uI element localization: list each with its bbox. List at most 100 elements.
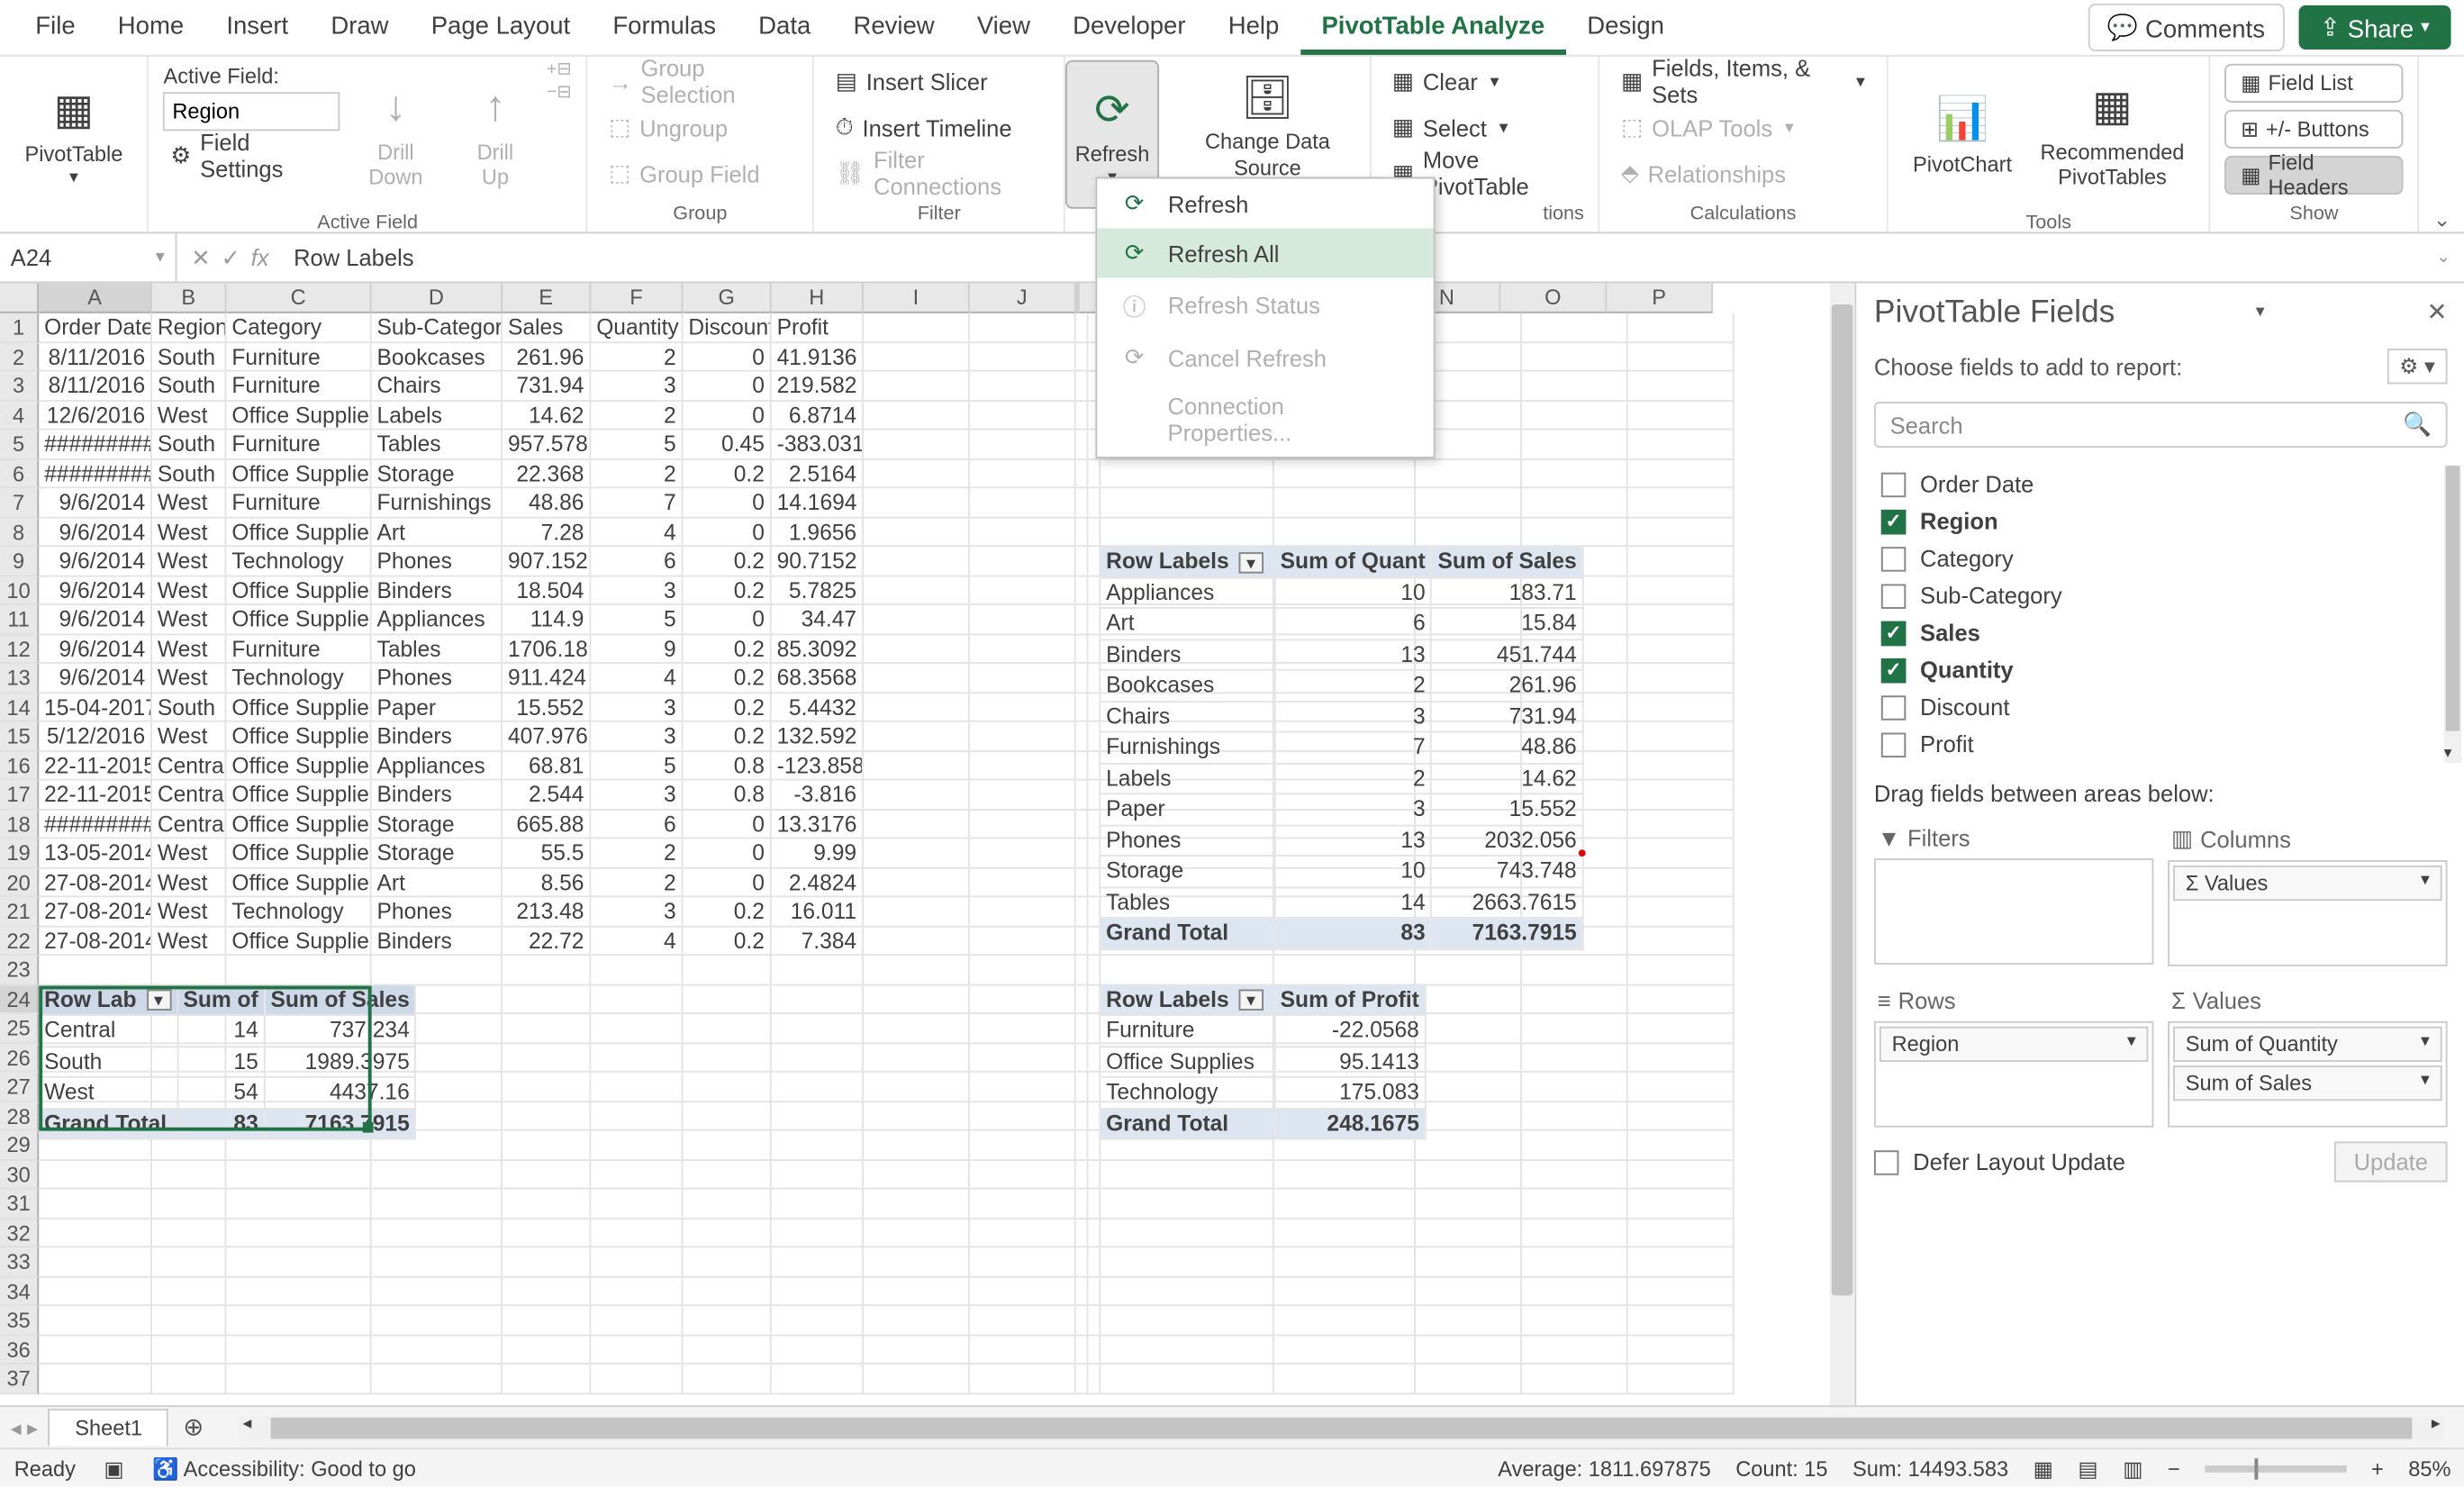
cell[interactable] <box>1101 1365 1274 1393</box>
cell[interactable] <box>1076 459 1089 488</box>
cell[interactable]: South <box>152 459 227 488</box>
cell[interactable] <box>503 1306 591 1335</box>
cell[interactable]: 3 <box>591 722 683 751</box>
cell[interactable] <box>372 1365 503 1393</box>
cell[interactable] <box>1274 1277 1416 1306</box>
cell[interactable] <box>1274 1160 1416 1189</box>
ungroup-button[interactable]: ⬚ Ungroup <box>602 106 798 149</box>
cell[interactable] <box>864 1131 970 1160</box>
cell[interactable] <box>970 372 1076 401</box>
cell[interactable] <box>227 1160 372 1189</box>
column-header[interactable]: C <box>227 283 372 313</box>
cell[interactable]: 14.1694 <box>772 488 864 517</box>
cell[interactable] <box>1076 781 1089 810</box>
cell[interactable]: -123.858 <box>772 751 864 780</box>
cell[interactable] <box>503 1102 591 1130</box>
cell[interactable] <box>772 1336 864 1365</box>
cell[interactable] <box>1628 1336 1735 1365</box>
cell[interactable] <box>1522 1247 1628 1276</box>
cell[interactable]: 41.9136 <box>772 342 864 371</box>
cell[interactable] <box>970 459 1076 488</box>
rows-region-item[interactable]: Region▾ <box>1880 1027 2149 1062</box>
cell[interactable] <box>772 985 864 1014</box>
cell[interactable] <box>1101 1247 1274 1276</box>
cell[interactable]: 68.81 <box>503 751 591 780</box>
cell[interactable]: 0.2 <box>683 927 771 956</box>
defer-layout-checkbox[interactable] <box>1874 1149 1899 1174</box>
cell[interactable] <box>1628 1073 1735 1102</box>
cell[interactable]: 2.544 <box>503 781 591 810</box>
field-order-date[interactable]: Order Date <box>1874 466 2461 503</box>
cell[interactable]: 5 <box>591 605 683 634</box>
cell[interactable]: Technology <box>227 547 372 576</box>
cell[interactable] <box>970 956 1076 984</box>
cell[interactable] <box>1416 488 1522 517</box>
cell[interactable] <box>591 1189 683 1218</box>
cell[interactable] <box>970 664 1076 693</box>
cell[interactable] <box>970 488 1076 517</box>
close-pane-icon[interactable]: ✕ <box>2427 297 2448 327</box>
field-sub-category[interactable]: Sub-Category <box>1874 577 2461 614</box>
cell[interactable] <box>1416 459 1522 488</box>
cell[interactable]: Furniture <box>227 634 372 663</box>
cell[interactable] <box>1628 1219 1735 1247</box>
group-field-button[interactable]: ⬚ Group Field <box>602 152 798 195</box>
row-header[interactable]: 15 <box>0 722 39 751</box>
update-button[interactable]: Update <box>2334 1141 2448 1182</box>
cell[interactable] <box>39 1247 152 1276</box>
cell[interactable] <box>1628 839 1735 867</box>
cell[interactable] <box>1088 868 1101 897</box>
cell[interactable] <box>503 1336 591 1365</box>
cell[interactable]: 9/6/2014 <box>39 576 152 605</box>
tab-help[interactable]: Help <box>1207 0 1300 55</box>
cell[interactable] <box>1088 1073 1101 1102</box>
cell[interactable]: 0.2 <box>683 722 771 751</box>
cell[interactable]: 5/12/2016 <box>39 722 152 751</box>
row-header[interactable]: 26 <box>0 1043 39 1072</box>
cell[interactable]: Office Supplies <box>227 518 372 547</box>
row-header[interactable]: 36 <box>0 1336 39 1365</box>
cell[interactable] <box>1628 547 1735 576</box>
cell[interactable]: West <box>152 605 227 634</box>
cell[interactable] <box>1076 751 1089 780</box>
cell[interactable] <box>39 1306 152 1335</box>
cell[interactable] <box>1416 985 1522 1014</box>
cell[interactable] <box>1522 1219 1628 1247</box>
cell[interactable] <box>1088 1336 1101 1365</box>
cell[interactable]: 0.2 <box>683 897 771 926</box>
connection-properties-menuitem[interactable]: Connection Properties... <box>1097 382 1433 457</box>
cell[interactable] <box>503 1219 591 1247</box>
cell[interactable]: West <box>152 927 227 956</box>
cell[interactable] <box>1628 518 1735 547</box>
cell[interactable]: -383.031 <box>772 430 864 458</box>
cell[interactable] <box>1522 372 1628 401</box>
cell[interactable]: 8/11/2016 <box>39 342 152 371</box>
cell[interactable] <box>1076 956 1089 984</box>
cell[interactable]: Office Supplies <box>227 401 372 430</box>
cell[interactable] <box>970 1189 1076 1218</box>
cell[interactable]: Discount <box>683 313 771 342</box>
cell[interactable]: Appliances <box>372 605 503 634</box>
zoom-in-button[interactable]: + <box>2371 1455 2384 1481</box>
row-header[interactable]: 29 <box>0 1131 39 1160</box>
cell[interactable] <box>970 313 1076 342</box>
cell[interactable] <box>864 634 970 663</box>
cell[interactable] <box>1088 810 1101 839</box>
tab-pivottable-analyze[interactable]: PivotTable Analyze <box>1300 0 1566 55</box>
comments-button[interactable]: 💬 Comments <box>2088 4 2284 51</box>
cell[interactable] <box>970 810 1076 839</box>
cell[interactable] <box>1628 459 1735 488</box>
row-header[interactable]: 20 <box>0 868 39 897</box>
cell[interactable] <box>1076 342 1089 371</box>
cell[interactable]: Tables <box>372 634 503 663</box>
cell[interactable] <box>864 313 970 342</box>
field-sales[interactable]: Sales <box>1874 614 2461 651</box>
cell[interactable] <box>1416 1043 1522 1072</box>
cell[interactable] <box>1088 605 1101 634</box>
cell[interactable]: 2 <box>591 868 683 897</box>
cell[interactable] <box>1076 430 1089 458</box>
cell[interactable] <box>864 1306 970 1335</box>
cell[interactable]: Office Supplies <box>227 751 372 780</box>
cell[interactable]: 0.45 <box>683 430 771 458</box>
cell[interactable]: 5.4432 <box>772 693 864 721</box>
